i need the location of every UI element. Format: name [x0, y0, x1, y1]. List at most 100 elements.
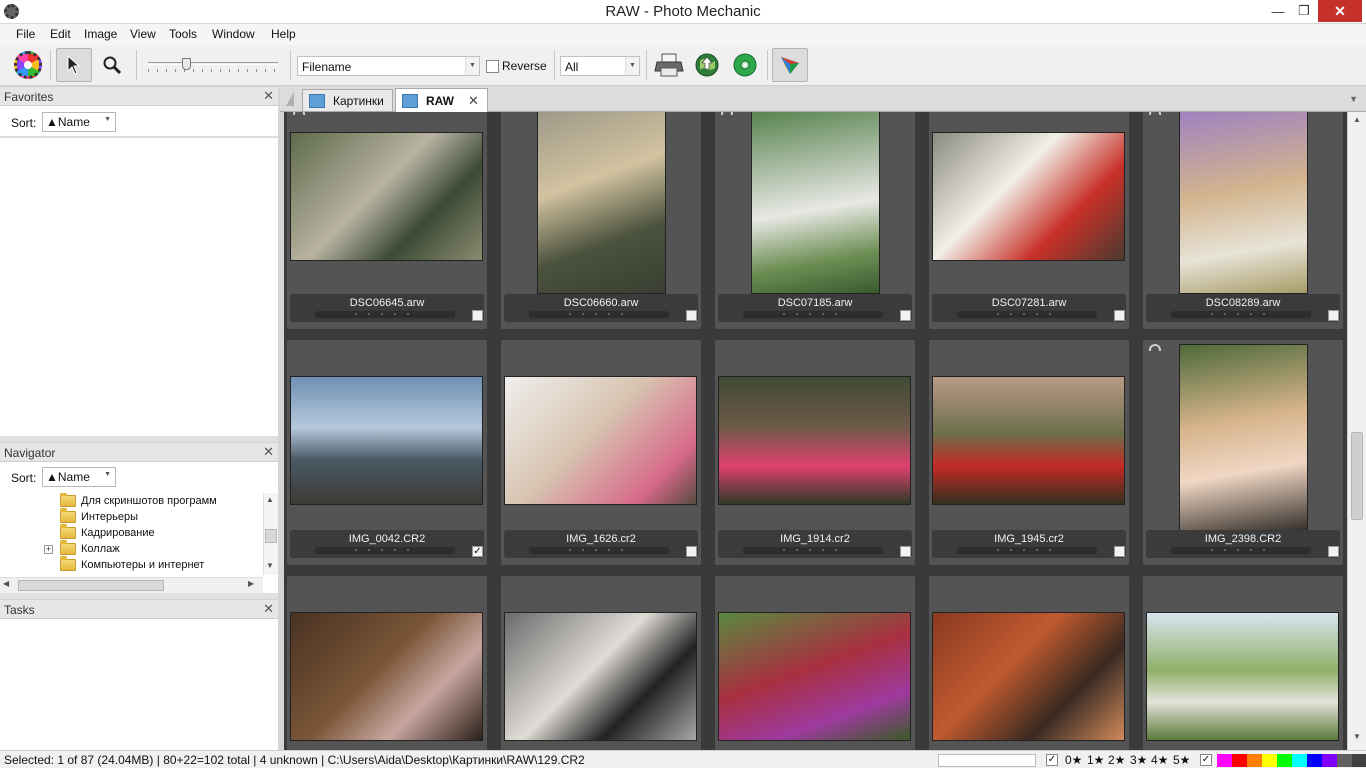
photo-cell[interactable] — [501, 576, 701, 750]
rating-dot[interactable] — [394, 313, 396, 315]
rating-dot[interactable] — [381, 549, 383, 551]
photo-thumbnail[interactable] — [718, 612, 911, 741]
select-checkbox[interactable] — [686, 310, 697, 321]
rating-dot[interactable] — [1237, 313, 1239, 315]
thumbnail-size-slider[interactable] — [148, 58, 278, 74]
photo-cell[interactable] — [929, 576, 1129, 750]
rating-dot[interactable] — [783, 549, 785, 551]
color-class-swatch[interactable] — [1247, 754, 1263, 767]
menu-image[interactable]: Image — [84, 27, 117, 41]
rating-dot[interactable] — [809, 313, 811, 315]
scroll-left-icon[interactable]: ◀ — [3, 579, 9, 588]
select-checkbox[interactable]: ✓ — [472, 546, 483, 557]
rating-dot[interactable] — [569, 549, 571, 551]
rating-dot[interactable] — [1224, 549, 1226, 551]
photo-cell[interactable]: DSC06660.arw — [501, 112, 701, 329]
rating-5-star[interactable]: 5★ — [1173, 753, 1190, 767]
photo-cell[interactable] — [715, 576, 915, 750]
rotate-icon[interactable] — [293, 112, 305, 115]
tree-folder[interactable]: Компьютеры и интернет — [60, 556, 204, 573]
rating-dot[interactable] — [997, 313, 999, 315]
expand-icon[interactable]: + — [44, 545, 53, 554]
rating-dot[interactable] — [835, 549, 837, 551]
menu-file[interactable]: File — [16, 27, 35, 41]
rating-dot[interactable] — [381, 313, 383, 315]
tab-kartinki[interactable]: Картинки — [302, 89, 393, 111]
photo-cell[interactable]: DSC06645.arw — [287, 112, 487, 329]
menu-window[interactable]: Window — [212, 27, 255, 41]
rating-dot[interactable] — [997, 549, 999, 551]
rating-dot[interactable] — [582, 549, 584, 551]
rating-dot[interactable] — [582, 313, 584, 315]
rating-3-star[interactable]: 3★ — [1130, 753, 1147, 767]
photo-cell[interactable]: IMG_1914.cr2 — [715, 340, 915, 565]
photo-thumbnail[interactable] — [290, 132, 483, 261]
preferences-button[interactable] — [10, 48, 46, 82]
select-tool-button[interactable] — [56, 48, 92, 82]
select-checkbox[interactable] — [1328, 546, 1339, 557]
rating-dot[interactable] — [1263, 549, 1265, 551]
select-checkbox[interactable] — [472, 310, 483, 321]
rotate-icon[interactable] — [1149, 344, 1161, 351]
rating-dot[interactable] — [1010, 549, 1012, 551]
menu-view[interactable]: View — [130, 27, 156, 41]
rating-dot[interactable] — [407, 549, 409, 551]
photo-thumbnail[interactable] — [751, 112, 880, 294]
navigator-vertical-scrollbar[interactable]: ▲ ▼ — [263, 493, 278, 575]
rating-dot[interactable] — [1049, 313, 1051, 315]
rating-dot[interactable] — [1023, 549, 1025, 551]
rotate-icon[interactable] — [721, 112, 733, 115]
rating-dot[interactable] — [621, 313, 623, 315]
tree-folder[interactable]: Интерьеры — [60, 508, 138, 525]
rating-dot[interactable] — [608, 549, 610, 551]
reverse-checkbox[interactable] — [486, 60, 499, 73]
photo-thumbnail[interactable] — [1179, 344, 1308, 537]
photo-thumbnail[interactable] — [504, 612, 697, 741]
scroll-down-icon[interactable]: ▼ — [1351, 732, 1363, 744]
tree-folder[interactable]: Для скриншотов программ — [60, 493, 217, 509]
scroll-thumb[interactable] — [1351, 432, 1363, 520]
rating-dot[interactable] — [1049, 549, 1051, 551]
contact-sheet-scrollbar[interactable]: ▲ ▼ — [1347, 112, 1366, 750]
star-rating[interactable] — [743, 311, 883, 318]
color-class-swatch[interactable] — [1307, 754, 1323, 767]
navigator-horizontal-scrollbar[interactable]: ◀ ▶ — [0, 577, 263, 593]
photoshop-button[interactable] — [772, 48, 808, 82]
rating-dot[interactable] — [394, 549, 396, 551]
menu-help[interactable]: Help — [271, 27, 296, 41]
slider-thumb[interactable] — [182, 58, 191, 70]
star-rating[interactable] — [529, 547, 669, 554]
close-icon[interactable]: ✕ — [263, 601, 274, 617]
rating-dot[interactable] — [608, 313, 610, 315]
navigator-sort-select[interactable]: ▲Name ▼ — [42, 467, 116, 487]
star-rating[interactable] — [315, 547, 455, 554]
rating-dot[interactable] — [368, 313, 370, 315]
tab-menu-icon[interactable]: ▼ — [1349, 94, 1358, 104]
photo-cell[interactable]: IMG_1626.cr2 — [501, 340, 701, 565]
photo-thumbnail[interactable] — [932, 376, 1125, 505]
select-checkbox[interactable] — [1114, 310, 1125, 321]
rating-4-star[interactable]: 4★ — [1151, 753, 1168, 767]
star-rating[interactable] — [1171, 547, 1311, 554]
close-icon[interactable]: ✕ — [263, 88, 274, 104]
star-rating[interactable] — [315, 311, 455, 318]
rating-dot[interactable] — [1250, 549, 1252, 551]
color-class-swatch[interactable] — [1232, 754, 1248, 767]
rating-dot[interactable] — [355, 313, 357, 315]
rating-dot[interactable] — [1211, 313, 1213, 315]
rating-dot[interactable] — [595, 549, 597, 551]
photo-cell[interactable] — [287, 576, 487, 750]
photo-cell[interactable]: IMG_1945.cr2 — [929, 340, 1129, 565]
rating-1-star[interactable]: 1★ — [1087, 753, 1104, 767]
rotate-icon[interactable] — [1149, 112, 1161, 115]
rating-dot[interactable] — [621, 549, 623, 551]
tab-raw[interactable]: RAW ✕ — [395, 88, 488, 112]
color-class-swatch[interactable] — [1322, 754, 1338, 767]
photo-cell[interactable]: DSC07185.arw — [715, 112, 915, 329]
select-checkbox[interactable] — [900, 546, 911, 557]
rating-dot[interactable] — [822, 313, 824, 315]
burn-disc-button[interactable] — [727, 48, 763, 82]
rating-dot[interactable] — [569, 313, 571, 315]
favorites-sort-select[interactable]: ▲Name ▼ — [42, 112, 116, 132]
color-class-swatch[interactable] — [1217, 754, 1233, 767]
